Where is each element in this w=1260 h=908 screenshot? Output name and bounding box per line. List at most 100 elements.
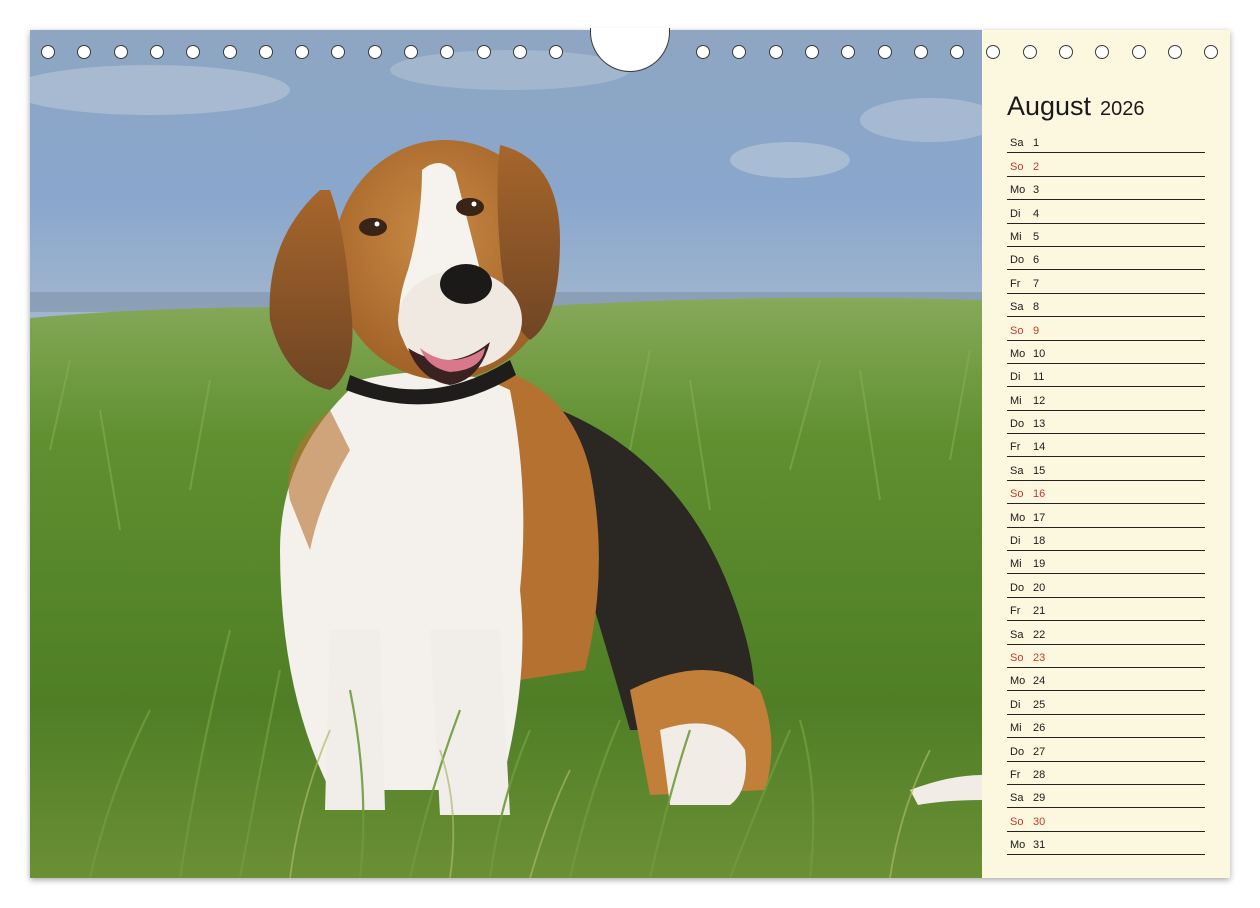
calendar-sidebar: August 2026 Sa 1 So 2 Mo 3 Di 4 Mi 5 Do 6 Fr 7 Sa 8 So 9 M… xyxy=(982,30,1230,878)
day-row: Di 4 xyxy=(1007,200,1205,224)
day-of-week: Mo xyxy=(1010,675,1026,688)
day-row: So 30 xyxy=(1007,808,1205,832)
day-row: Mo 31 xyxy=(1007,832,1205,856)
day-row: Mi 26 xyxy=(1007,715,1205,739)
day-row: Sa 29 xyxy=(1007,785,1205,809)
day-date: 23 xyxy=(1033,651,1046,664)
month-name: August xyxy=(1007,91,1092,121)
day-date: 8 xyxy=(1033,301,1040,314)
day-date: 26 xyxy=(1033,722,1046,735)
day-row: Fr 14 xyxy=(1007,434,1205,458)
day-of-week: Do xyxy=(1010,745,1025,758)
day-row: Mi 5 xyxy=(1007,224,1205,247)
day-row: Mo 10 xyxy=(1007,341,1205,364)
day-date: 16 xyxy=(1033,488,1046,501)
day-of-week: Mi xyxy=(1010,230,1022,243)
day-row: Mo 3 xyxy=(1007,177,1205,201)
day-date: 3 xyxy=(1033,184,1040,197)
day-date: 6 xyxy=(1033,254,1040,267)
day-of-week: Fr xyxy=(1010,277,1021,290)
day-date: 31 xyxy=(1033,839,1046,852)
day-of-week: Sa xyxy=(1010,792,1024,805)
day-of-week: Fr xyxy=(1010,768,1021,781)
day-of-week: Di xyxy=(1010,698,1021,711)
day-row: Sa 8 xyxy=(1007,294,1205,318)
day-date: 24 xyxy=(1033,675,1046,688)
calendar-page: August 2026 Sa 1 So 2 Mo 3 Di 4 Mi 5 Do 6 Fr 7 Sa 8 So 9 M… xyxy=(30,28,1230,878)
beagle-photo xyxy=(30,30,982,878)
day-of-week: So xyxy=(1010,160,1024,173)
day-row: Di 18 xyxy=(1007,528,1205,552)
day-row: Sa 15 xyxy=(1007,457,1205,481)
day-of-week: Sa xyxy=(1010,628,1024,641)
day-of-week: Sa xyxy=(1010,301,1024,314)
day-of-week: Mi xyxy=(1010,558,1022,571)
day-row: Fr 7 xyxy=(1007,270,1205,294)
day-date: 2 xyxy=(1033,160,1040,173)
day-row: Mi 19 xyxy=(1007,551,1205,575)
day-of-week: Fr xyxy=(1010,441,1021,454)
day-row: Mi 12 xyxy=(1007,387,1205,411)
day-date: 27 xyxy=(1033,745,1046,758)
day-of-week: Fr xyxy=(1010,605,1021,618)
day-of-week: Sa xyxy=(1010,137,1024,150)
day-of-week: Do xyxy=(1010,418,1025,431)
day-date: 14 xyxy=(1033,441,1046,454)
month-year: 2026 xyxy=(1099,98,1145,120)
day-date: 15 xyxy=(1033,464,1046,477)
day-row: Sa 1 xyxy=(1007,130,1205,154)
day-row: Di 11 xyxy=(1007,364,1205,388)
day-row: Mo 24 xyxy=(1007,668,1205,692)
day-date: 9 xyxy=(1033,324,1040,337)
day-of-week: So xyxy=(1010,651,1024,664)
day-row: Do 27 xyxy=(1007,738,1205,762)
day-of-week: Di xyxy=(1010,207,1021,220)
day-row: Do 13 xyxy=(1007,411,1205,435)
day-date: 11 xyxy=(1033,371,1045,384)
day-date: 7 xyxy=(1033,277,1040,290)
day-date: 17 xyxy=(1033,511,1046,524)
day-date: 20 xyxy=(1033,581,1046,594)
month-title: August 2026 xyxy=(1007,86,1144,123)
day-date: 21 xyxy=(1033,605,1046,618)
day-of-week: Mi xyxy=(1010,722,1022,735)
day-date: 19 xyxy=(1033,558,1046,571)
day-of-week: Do xyxy=(1010,254,1025,267)
day-of-week: Do xyxy=(1010,581,1025,594)
day-row: Di 25 xyxy=(1007,691,1205,715)
day-of-week: So xyxy=(1010,488,1024,501)
day-of-week: Mo xyxy=(1010,839,1026,852)
day-row: So 16 xyxy=(1007,481,1205,505)
day-date: 10 xyxy=(1033,347,1046,360)
day-row: Fr 21 xyxy=(1007,598,1205,622)
day-date: 18 xyxy=(1033,535,1046,548)
day-of-week: So xyxy=(1010,324,1024,337)
day-of-week: Sa xyxy=(1010,464,1024,477)
day-row: Do 20 xyxy=(1007,574,1205,598)
day-date: 4 xyxy=(1033,207,1040,220)
day-date: 1 xyxy=(1033,137,1040,150)
day-row: Fr 28 xyxy=(1007,762,1205,785)
day-date: 5 xyxy=(1033,230,1040,243)
day-row: Sa 22 xyxy=(1007,621,1205,645)
day-date: 28 xyxy=(1033,768,1046,781)
day-date: 29 xyxy=(1033,792,1046,805)
day-of-week: Di xyxy=(1010,371,1021,384)
day-of-week: Mo xyxy=(1010,347,1026,360)
day-date: 25 xyxy=(1033,698,1046,711)
day-of-week: Di xyxy=(1010,535,1021,548)
day-date: 13 xyxy=(1033,418,1046,431)
day-row: So 2 xyxy=(1007,153,1205,177)
day-date: 30 xyxy=(1033,815,1046,828)
day-list: Sa 1 So 2 Mo 3 Di 4 Mi 5 Do 6 Fr 7 Sa 8 So 9 Mo 10 Di 11 Mi 12 D… xyxy=(1007,130,1205,856)
day-of-week: Mo xyxy=(1010,184,1026,197)
day-date: 22 xyxy=(1033,628,1046,641)
day-of-week: Mi xyxy=(1010,394,1022,407)
day-of-week: Mo xyxy=(1010,511,1026,524)
day-row: Mo 17 xyxy=(1007,504,1205,528)
day-row: Do 6 xyxy=(1007,247,1205,271)
day-row: So 9 xyxy=(1007,317,1205,341)
day-date: 12 xyxy=(1033,394,1046,407)
day-row: So 23 xyxy=(1007,645,1205,668)
day-of-week: So xyxy=(1010,815,1024,828)
